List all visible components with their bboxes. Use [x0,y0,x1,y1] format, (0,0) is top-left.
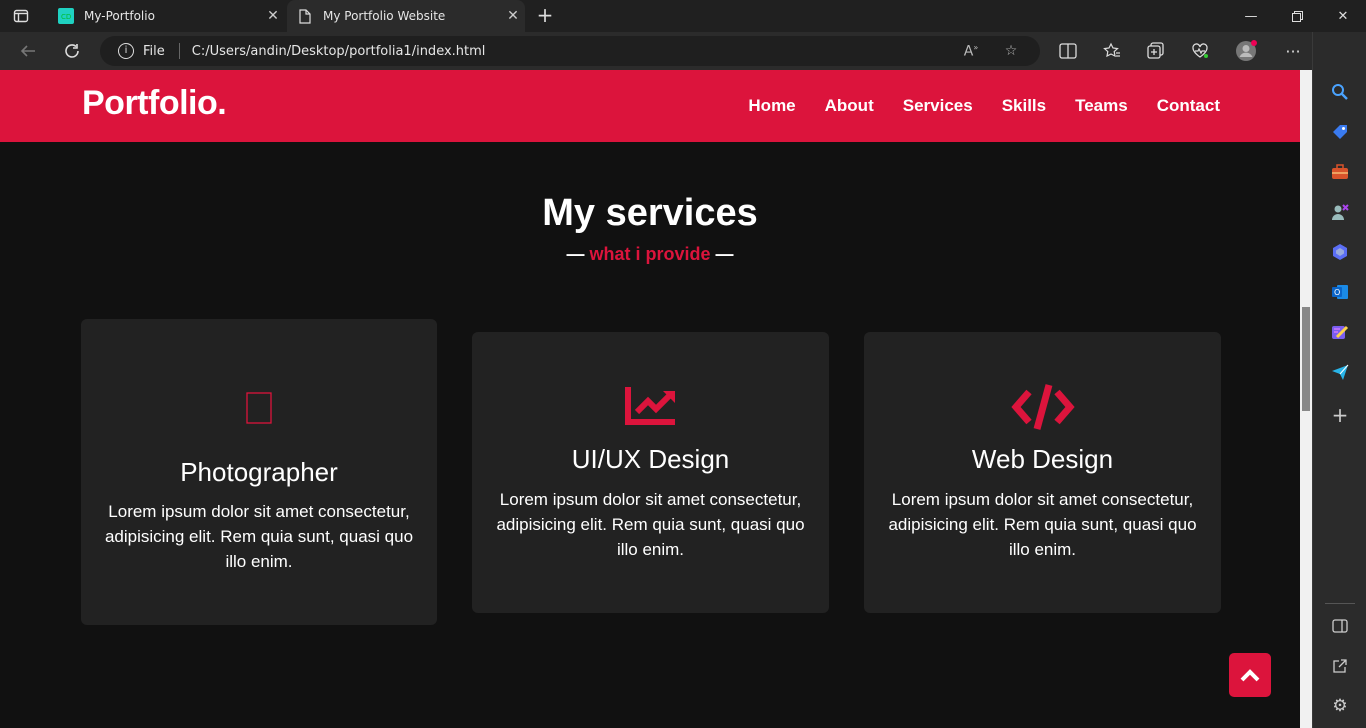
missing-glyph-icon [81,392,437,424]
section-title: My services [542,192,758,234]
chart-line-icon [472,385,829,427]
read-aloud-icon[interactable]: A» [960,43,982,60]
hide-sidebar-icon[interactable] [1330,616,1350,636]
service-card-photographer: Photographer Lorem ipsum dolor sit amet … [81,319,437,625]
microsoft-365-icon[interactable] [1330,242,1350,262]
page-scrollbar[interactable] [1300,70,1312,728]
nav-home[interactable]: Home [748,96,795,116]
tab-my-portfolio-website[interactable]: My Portfolio Website ✕ [287,0,525,32]
search-icon[interactable] [1330,82,1350,102]
games-icon[interactable] [1330,202,1350,222]
tools-toolbox-icon[interactable] [1330,162,1350,182]
nav-menu: Home About Services Skills Teams Contact [748,96,1220,116]
service-card-webdesign: Web Design Lorem ipsum dolor sit amet co… [864,332,1221,613]
back-icon[interactable] [17,40,39,62]
address-bar[interactable]: i File C:/Users/andin/Desktop/portfolia1… [100,36,1040,66]
browser-essentials-icon[interactable] [1189,40,1211,62]
nav-services[interactable]: Services [903,96,973,116]
scrollbar-thumb[interactable] [1302,307,1310,411]
protocol-label: File [143,43,165,59]
svg-text:O: O [1334,288,1340,297]
outlook-icon[interactable]: O [1330,282,1350,302]
tab-my-portfolio[interactable]: CD My-Portfolio ✕ [48,0,285,32]
add-sidebar-app-icon[interactable]: + [1330,403,1350,427]
dash-left: — [566,244,585,264]
close-tab-icon[interactable]: ✕ [501,8,525,24]
new-tab-button[interactable]: + [534,4,556,26]
browser-tab-bar: CD My-Portfolio ✕ My Portfolio Website ✕… [0,0,1366,32]
close-window-button[interactable]: ✕ [1320,0,1366,32]
favorites-icon[interactable] [1101,40,1123,62]
browser-toolbar: i File C:/Users/andin/Desktop/portfolia1… [0,32,1366,70]
more-options-icon[interactable]: ··· [1282,40,1304,62]
chevron-up-icon [1240,669,1260,682]
section-subtitle-text: what i provide [589,244,711,264]
info-icon[interactable]: i [118,43,134,59]
close-tab-icon[interactable]: ✕ [261,8,285,24]
restore-button[interactable] [1274,0,1320,32]
code-icon [864,382,1221,432]
service-text: Lorem ipsum dolor sit amet consectetur, … [496,490,805,559]
site-navbar: Portfolio. Home About Services Skills Te… [0,70,1300,142]
profile-avatar[interactable] [1235,40,1257,62]
send-drop-icon[interactable] [1330,362,1350,382]
page-viewport: Portfolio. Home About Services Skills Te… [0,70,1300,728]
tab-actions-icon[interactable] [12,7,30,25]
section-subtitle: — what i provide — [0,244,1300,265]
refresh-icon[interactable] [61,40,83,62]
service-text: Lorem ipsum dolor sit amet consectetur, … [888,490,1197,559]
svg-text:CD: CD [61,13,71,21]
open-external-icon[interactable] [1330,656,1350,676]
nav-contact[interactable]: Contact [1157,96,1220,116]
dash-right: — [715,244,734,264]
scroll-to-top-button[interactable] [1229,653,1271,697]
url-text[interactable]: C:/Users/andin/Desktop/portfolia1/index.… [192,44,960,59]
site-logo[interactable]: Portfolio. [82,84,227,123]
shopping-tag-icon[interactable] [1330,122,1350,142]
edge-sidebar: O + ⚙ [1312,32,1366,728]
nav-skills[interactable]: Skills [1002,96,1046,116]
tab-title: My-Portfolio [84,9,155,23]
service-title: UI/UX Design [571,444,730,474]
tab-title: My Portfolio Website [323,9,446,23]
designer-icon[interactable] [1330,322,1350,342]
collections-icon[interactable] [1145,40,1167,62]
nav-teams[interactable]: Teams [1075,96,1128,116]
divider [178,43,180,59]
page-favicon-icon [297,8,313,24]
minimize-button[interactable]: — [1228,0,1274,32]
favorite-star-icon[interactable]: ☆ [1000,43,1022,59]
service-title: Photographer [180,457,338,487]
settings-gear-icon[interactable]: ⚙ [1330,696,1350,716]
service-card-uiux: UI/UX Design Lorem ipsum dolor sit amet … [472,332,829,613]
service-title: Web Design [971,444,1114,474]
split-screen-icon[interactable] [1057,40,1079,62]
sidebar-divider [1325,603,1355,604]
service-text: Lorem ipsum dolor sit amet consectetur, … [104,502,414,571]
codepen-favicon-icon: CD [58,8,74,24]
nav-about[interactable]: About [825,96,874,116]
